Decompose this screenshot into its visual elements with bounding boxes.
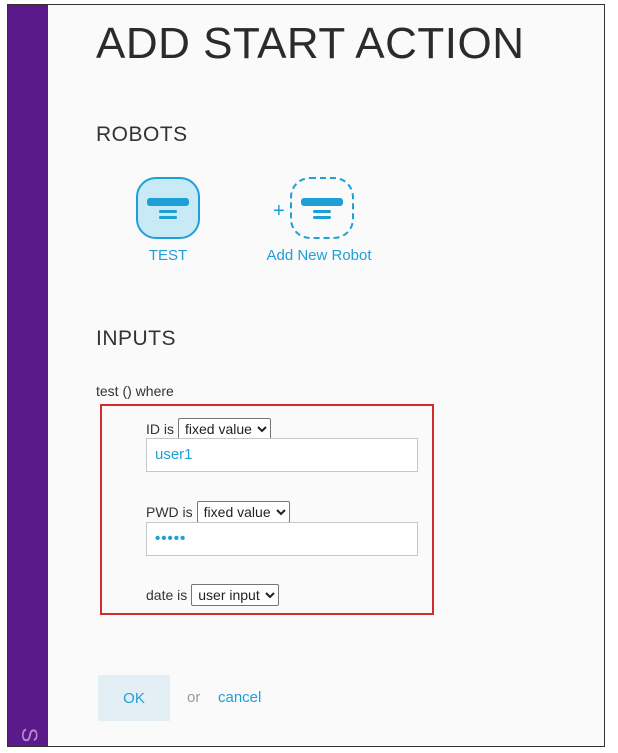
date-field-row: date is user input bbox=[146, 584, 280, 606]
add-new-robot-label: Add New Robot bbox=[266, 247, 372, 264]
id-field-label: ID is bbox=[146, 421, 174, 437]
robot-icon bbox=[136, 177, 200, 239]
pwd-field-row: PWD is fixed value bbox=[146, 501, 290, 523]
robot-item-test[interactable]: TEST bbox=[130, 177, 206, 264]
robots-heading: ROBOTS bbox=[96, 123, 188, 146]
date-mode-select[interactable]: user input bbox=[191, 584, 280, 606]
pwd-mode-select[interactable]: fixed value bbox=[196, 501, 290, 523]
id-value-input[interactable]: user1 bbox=[146, 438, 418, 472]
dialog-frame: S ADD START ACTION ROBOTS TEST + Add New… bbox=[7, 4, 605, 747]
id-field-row: ID is fixed value bbox=[146, 418, 271, 440]
add-new-robot-button[interactable]: + Add New Robot bbox=[254, 177, 384, 264]
cancel-link[interactable]: cancel bbox=[218, 689, 261, 706]
inputs-highlight-box: ID is fixed value user1 PWD is fixed val… bbox=[100, 404, 434, 615]
input-where-caption: test () where bbox=[96, 383, 174, 399]
date-field-label: date is bbox=[146, 587, 188, 603]
or-separator: or bbox=[187, 689, 201, 706]
plus-icon: + bbox=[273, 200, 285, 222]
id-mode-select[interactable]: fixed value bbox=[178, 418, 271, 440]
ok-button[interactable]: OK bbox=[98, 675, 170, 721]
robot-label: TEST bbox=[148, 247, 188, 264]
add-robot-icon bbox=[290, 177, 354, 239]
sidebar-logo-glyph: S bbox=[17, 727, 42, 743]
sidebar: S bbox=[8, 5, 48, 746]
pwd-field-label: PWD is bbox=[146, 504, 193, 520]
pwd-value-input[interactable]: ••••• bbox=[146, 522, 418, 556]
page-title: ADD START ACTION bbox=[96, 19, 525, 68]
inputs-heading: INPUTS bbox=[96, 327, 177, 350]
